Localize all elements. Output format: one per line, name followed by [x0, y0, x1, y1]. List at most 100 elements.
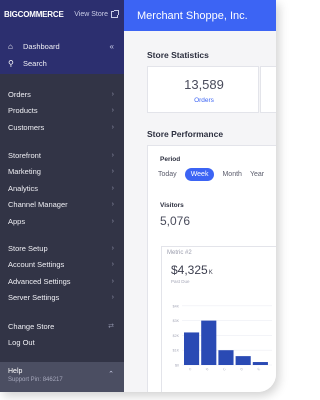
sidebar-item-customers[interactable]: Customers ›	[0, 119, 124, 136]
bar[interactable]	[218, 350, 234, 365]
chevron-right-icon: ›	[111, 277, 114, 285]
y-tick-label: $0	[175, 364, 179, 368]
metric-unit: K	[208, 270, 213, 276]
x-tick-label: A	[188, 367, 193, 372]
chevron-right-icon: ›	[111, 244, 114, 252]
tab-today[interactable]: Today	[158, 171, 177, 178]
x-tick-label: B	[205, 367, 210, 372]
store-name: Merchant Shoppe, Inc.	[137, 9, 248, 22]
sidebar-item-label: Account Settings	[8, 260, 65, 270]
orders-label[interactable]: Orders	[148, 97, 260, 104]
sidebar-item-label: Products	[8, 106, 38, 116]
support-pin: Support Pin: 846217	[8, 377, 63, 383]
sidebar: BIG COMMERCE View Store ⌂ Dashboard « ⚲ …	[0, 0, 124, 392]
sidebar-group-settings: Store Setup › Account Settings › Advanced …	[0, 240, 124, 306]
chevron-right-icon: ›	[111, 294, 114, 302]
bar[interactable]	[235, 356, 251, 365]
metric-tag: Metric #2	[167, 250, 192, 256]
swap-icon: ⇄	[108, 323, 114, 331]
chevron-right-icon: ›	[111, 151, 114, 159]
logo-suffix: COMMERCE	[17, 10, 64, 19]
bar[interactable]	[201, 320, 217, 365]
sidebar-item-account-settings[interactable]: Account Settings ›	[0, 257, 124, 274]
chevron-right-icon: ›	[111, 201, 114, 209]
page-header: Merchant Shoppe, Inc.	[124, 0, 276, 31]
sidebar-item-channel-manager[interactable]: Channel Manager ›	[0, 197, 124, 214]
sidebar-group-catalog: Orders › Products › Customers ›	[0, 86, 124, 136]
sidebar-item-label: Log Out	[8, 338, 35, 348]
orders-value: 13,589	[184, 77, 224, 92]
metric-amount: $4,325	[171, 263, 208, 277]
sidebar-item-change-store[interactable]: Change Store ⇄	[0, 318, 124, 335]
period-label: Period	[160, 156, 181, 163]
orders-stat-card[interactable]: 13,589 Orders	[147, 66, 259, 113]
sidebar-item-label: Orders	[8, 89, 31, 99]
store-statistics-title: Store Statistics	[147, 50, 209, 60]
sidebar-item-label: Search	[23, 59, 47, 68]
y-tick-label: $3K	[173, 319, 180, 323]
chevron-right-icon: ›	[111, 261, 114, 269]
sidebar-item-marketing[interactable]: Marketing ›	[0, 164, 124, 181]
x-tick-label: E	[257, 367, 262, 372]
sidebar-item-apps[interactable]: Apps ›	[0, 213, 124, 230]
view-store-link[interactable]: View Store	[74, 10, 119, 18]
chevron-up-icon: ⌃	[108, 371, 114, 378]
sidebar-item-label: Storefront	[8, 150, 41, 160]
bar[interactable]	[184, 332, 200, 365]
chevron-right-icon: ›	[111, 90, 114, 98]
tab-year[interactable]: Year	[250, 171, 264, 178]
sidebar-item-store-setup[interactable]: Store Setup ›	[0, 240, 124, 257]
bigcommerce-logo[interactable]: BIG COMMERCE	[4, 10, 64, 19]
sidebar-group-session: Change Store ⇄ Log Out	[0, 318, 124, 351]
x-tick-label: D	[239, 367, 244, 372]
store-performance-card: Period Today Week Month Year Visitors 5,…	[147, 145, 276, 392]
sidebar-item-advanced-settings[interactable]: Advanced Settings ›	[0, 273, 124, 290]
tab-week[interactable]: Week	[184, 168, 215, 181]
sidebar-item-dashboard[interactable]: ⌂ Dashboard «	[0, 38, 124, 55]
sidebar-item-label: Marketing	[8, 167, 41, 177]
chevron-right-icon: ›	[111, 184, 114, 192]
sidebar-item-label: Analytics	[8, 183, 39, 193]
sidebar-group-channels: Storefront › Marketing › Analytics › Channe…	[0, 147, 124, 230]
logo-prefix: BIG	[4, 10, 18, 19]
sidebar-item-products[interactable]: Products ›	[0, 103, 124, 120]
help-bar[interactable]: Help Support Pin: 846217 ⌃	[0, 362, 124, 392]
sidebar-item-label: Advanced Settings	[8, 276, 71, 286]
tab-month[interactable]: Month	[222, 171, 241, 178]
bar[interactable]	[252, 362, 268, 365]
x-tick-label: C	[222, 367, 227, 372]
home-icon: ⌂	[8, 42, 13, 51]
sidebar-item-search[interactable]: ⚲ Search	[0, 55, 124, 72]
metric-value: $4,325K	[171, 263, 213, 277]
metric-subtitle: Past Due	[171, 279, 190, 284]
external-link-icon	[111, 10, 119, 18]
sidebar-item-label: Channel Manager	[8, 200, 68, 210]
sidebar-item-log-out[interactable]: Log Out	[0, 335, 124, 352]
store-performance-title: Store Performance	[147, 129, 224, 139]
sidebar-item-analytics[interactable]: Analytics ›	[0, 180, 124, 197]
chevron-right-icon: ›	[111, 168, 114, 176]
view-store-label: View Store	[74, 11, 108, 18]
help-label: Help	[8, 368, 23, 375]
collapse-sidebar-icon[interactable]: «	[110, 42, 114, 51]
chevron-right-icon: ›	[111, 123, 114, 131]
search-icon: ⚲	[8, 59, 14, 68]
sidebar-item-label: Server Settings	[8, 293, 60, 303]
sidebar-item-label: Apps	[8, 216, 26, 226]
metric-card[interactable]: Metric #2 $4,325K Past Due $0 $1K $2K $3K $4…	[161, 246, 276, 392]
sidebar-item-label: Change Store	[8, 321, 55, 331]
brand-row: BIG COMMERCE View Store	[4, 10, 119, 19]
visitors-value: 5,076	[160, 214, 191, 228]
y-tick-label: $1K	[173, 349, 180, 353]
main-content: Merchant Shoppe, Inc. Store Statistics 1…	[124, 0, 276, 392]
sidebar-item-storefront[interactable]: Storefront ›	[0, 147, 124, 164]
sidebar-top-nav: ⌂ Dashboard « ⚲ Search	[0, 38, 124, 72]
sidebar-item-server-settings[interactable]: Server Settings ›	[0, 290, 124, 307]
sidebar-item-label: Dashboard	[23, 42, 60, 51]
stat-card-partial	[260, 66, 276, 113]
y-tick-label: $4K	[173, 304, 180, 308]
metric-bar-chart: $0 $1K $2K $3K $4K A B C D E	[173, 304, 272, 372]
sidebar-item-label: Store Setup	[8, 243, 48, 253]
period-tabs: Today Week Month Year	[158, 168, 264, 181]
sidebar-item-orders[interactable]: Orders ›	[0, 86, 124, 103]
